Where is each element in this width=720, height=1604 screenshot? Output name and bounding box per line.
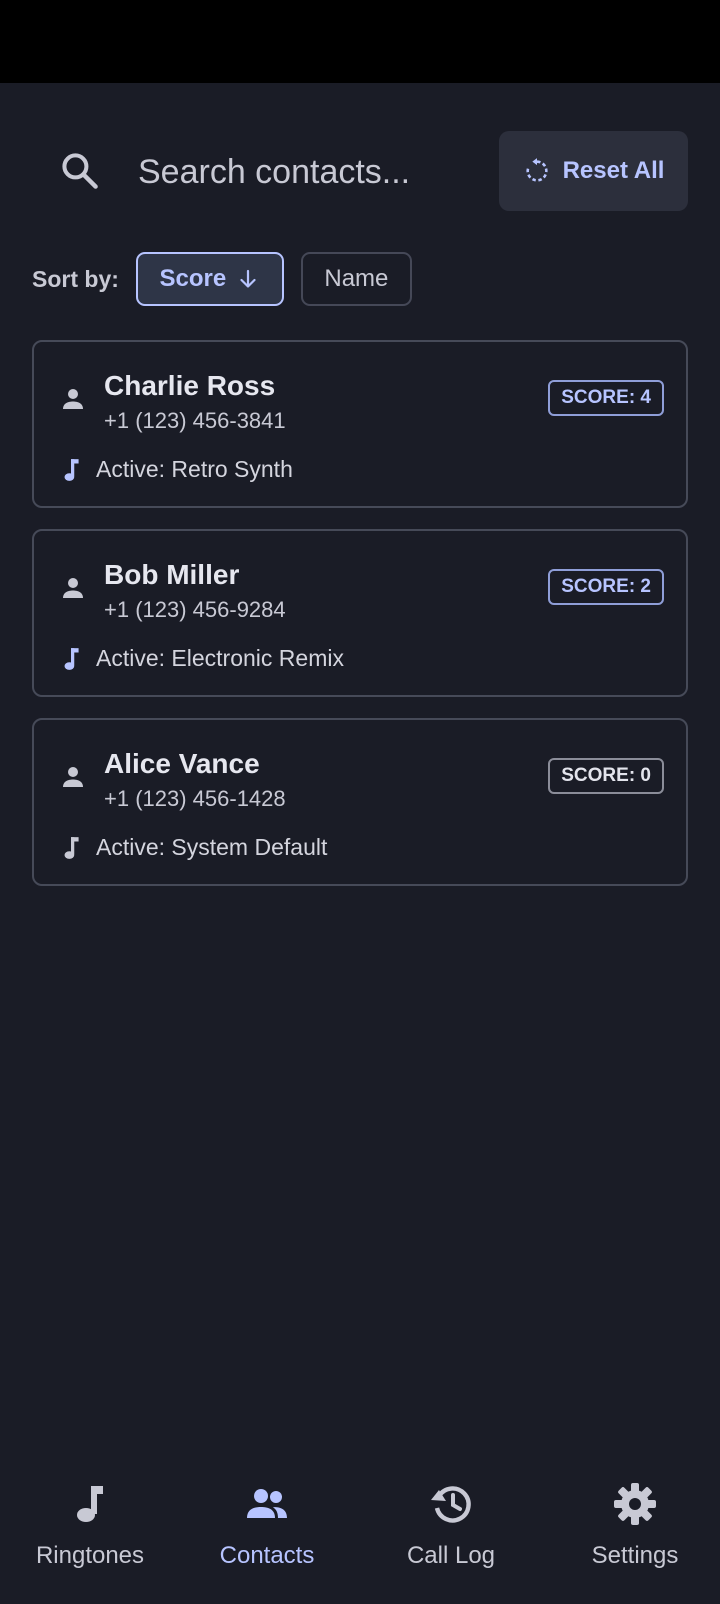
music-note-icon [64, 648, 79, 670]
search-input[interactable] [136, 143, 470, 201]
score-badge: SCORE: 0 [548, 758, 664, 794]
sort-score-label: Score [159, 265, 227, 292]
contact-phone: +1 (123) 456-3841 [104, 408, 286, 433]
history-icon [431, 1486, 471, 1523]
active-ringtone: Active: Electronic Remix [96, 645, 344, 671]
status-bar [0, 0, 720, 83]
nav-item-settings[interactable]: Settings [545, 1460, 720, 1604]
nav-item-call-log[interactable]: Call Log [361, 1460, 541, 1604]
search-icon [62, 153, 98, 189]
bottom-navigation: Ringtones Contacts Call Log Settings [0, 1460, 720, 1604]
contact-phone: +1 (123) 456-9284 [104, 597, 286, 622]
person-icon [63, 578, 83, 598]
contact-name: Charlie Ross [104, 370, 276, 401]
music-note-icon [77, 1486, 103, 1522]
nav-label: Call Log [406, 1542, 496, 1569]
reset-all-button[interactable]: Reset All [499, 131, 688, 211]
arrow-down-icon [240, 269, 256, 288]
active-ringtone: Active: System Default [96, 834, 328, 860]
contact-card[interactable]: Charlie Ross +1 (123) 456-3841 SCORE: 4 … [32, 340, 688, 508]
reset-icon [526, 158, 548, 182]
search-bar: Reset All [0, 125, 720, 217]
person-icon [63, 767, 83, 787]
nav-item-ringtones[interactable]: Ringtones [0, 1460, 180, 1604]
score-badge: SCORE: 2 [548, 569, 664, 605]
music-note-icon [64, 459, 79, 481]
reset-all-label: Reset All [562, 157, 665, 184]
nav-label: Contacts [219, 1542, 315, 1569]
sort-bar: Sort by: Score Name [32, 251, 429, 307]
nav-item-contacts[interactable]: Contacts [177, 1460, 357, 1604]
person-icon [63, 389, 83, 409]
sort-score-chip[interactable]: Score [135, 252, 284, 306]
contact-card[interactable]: Alice Vance +1 (123) 456-1428 SCORE: 0 A… [32, 718, 688, 886]
group-icon [247, 1489, 287, 1518]
sort-name-label: Name [324, 265, 389, 292]
sort-label: Sort by: [32, 265, 119, 292]
contact-phone: +1 (123) 456-1428 [104, 786, 286, 811]
nav-label: Ringtones [35, 1542, 145, 1569]
score-badge: SCORE: 4 [548, 380, 664, 416]
active-ringtone: Active: Retro Synth [96, 456, 293, 482]
music-note-icon [64, 837, 79, 859]
nav-label: Settings [591, 1542, 679, 1569]
sort-name-chip[interactable]: Name [300, 252, 412, 306]
contact-card[interactable]: Bob Miller +1 (123) 456-9284 SCORE: 2 Ac… [32, 529, 688, 697]
gear-icon [614, 1483, 656, 1525]
contact-name: Bob Miller [104, 559, 240, 590]
contact-name: Alice Vance [104, 748, 260, 779]
